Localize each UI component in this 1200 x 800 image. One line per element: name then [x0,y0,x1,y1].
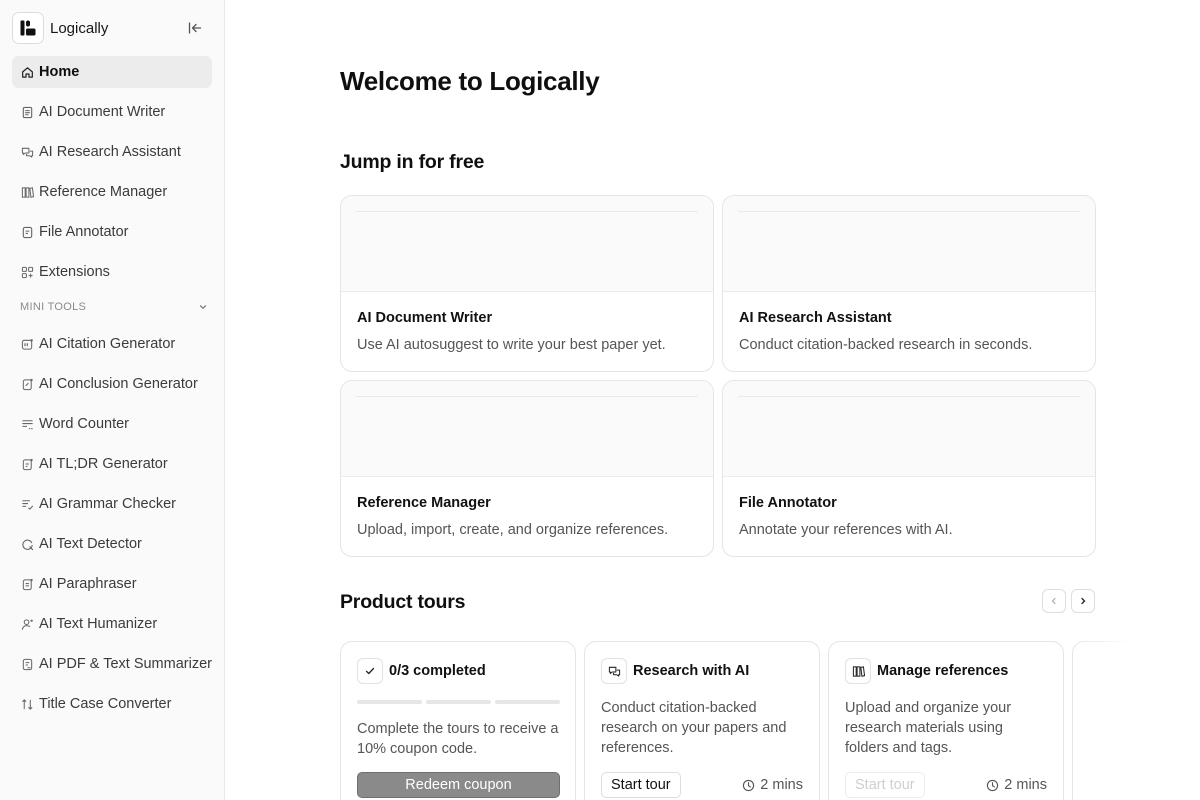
sidebar-item-ai-document-writer[interactable]: AI Document Writer [12,96,212,128]
card-title: File Annotator [739,495,837,511]
search-scan-icon [20,537,34,551]
tour-card-manage-references: Manage references Upload and organize yo… [828,641,1064,800]
card-description: Upload, import, create, and organize ref… [357,522,669,538]
chat-icon [20,145,34,159]
sidebar-item-reference-manager[interactable]: Reference Manager [12,176,212,208]
summary-icon [20,457,34,471]
sidebar-item-ai-research-assistant[interactable]: AI Research Assistant [12,136,212,168]
progress-segment [357,700,422,704]
collapse-icon [188,22,202,34]
card-preview [723,196,1095,292]
grid-icon [20,265,34,279]
sidebar-item-ai-citation-generator[interactable]: AI Citation Generator [12,328,212,360]
brand[interactable]: Logically [12,12,108,44]
file-icon [20,225,34,239]
text-count-icon [20,417,34,431]
grammar-icon [20,497,34,511]
library-icon [845,658,871,684]
chevron-left-icon [1051,597,1056,605]
logically-logo-icon [12,12,44,44]
clock-icon [986,779,999,792]
card-ai-document-writer[interactable]: AI Document Writer Use AI autosuggest to… [340,195,714,372]
mini-tools-label: MINI TOOLS [20,301,87,313]
tour-duration-text: 2 mins [1004,777,1047,793]
tour-title: Research with AI [633,663,750,679]
chevron-right-icon [1081,597,1086,605]
tour-duration: 2 mins [742,772,803,798]
card-preview [723,381,1095,477]
sidebar-item-home[interactable]: Home [12,56,212,88]
sidebar-item-ai-text-humanizer[interactable]: AI Text Humanizer [12,608,212,640]
chat-icon [601,658,627,684]
pdf-icon [20,657,34,671]
case-icon [20,697,34,711]
main-content: Welcome to Logically Jump in for free AI… [225,0,1200,800]
card-title: AI Document Writer [357,310,493,326]
pen-file-icon [20,377,34,391]
document-icon [20,105,34,119]
carousel-fade [1073,641,1200,800]
sidebar-item-extensions[interactable]: Extensions [12,256,212,288]
tour-card-progress: 0/3 completed Complete the tours to rece… [340,641,576,800]
sidebar-item-ai-tldr-generator[interactable]: AI TL;DR Generator [12,448,212,480]
home-icon [20,65,34,79]
tour-progress-bar [357,700,560,704]
redeem-coupon-button[interactable]: Redeem coupon [357,772,560,798]
tour-title: Manage references [877,663,1009,679]
tour-description: Upload and organize your research materi… [845,700,1012,756]
sidebar-item-ai-pdf-text-summarizer[interactable]: AI PDF & Text Summarizer [12,648,212,680]
card-ai-research-assistant[interactable]: AI Research Assistant Conduct citation-b… [722,195,1096,372]
page-title: Welcome to Logically [340,66,600,96]
start-tour-button[interactable]: Start tour [845,772,925,798]
sidebar-item-word-counter[interactable]: Word Counter [12,408,212,440]
product-tours-heading: Product tours [340,591,466,613]
card-preview [341,381,713,477]
card-title: Reference Manager [357,495,491,511]
sidebar-item-ai-grammar-checker[interactable]: AI Grammar Checker [12,488,212,520]
card-description: Use AI autosuggest to write your best pa… [357,337,666,353]
card-description: Conduct citation-backed research in seco… [739,337,1033,353]
library-icon [20,185,34,199]
progress-segment [495,700,560,704]
card-preview [341,196,713,292]
collapse-sidebar-button[interactable] [186,19,204,37]
card-description: Annotate your references with AI. [739,522,953,538]
tour-description: Conduct citation-backed research on your… [601,700,787,756]
mini-tools-section-toggle[interactable]: MINI TOOLS [20,300,208,314]
person-icon [20,617,34,631]
check-icon [357,658,383,684]
tour-card-research-with-ai: Research with AI Conduct citation-backed… [584,641,820,800]
sidebar: Logically Home AI Document Writer AI Res… [0,0,225,800]
quote-icon [20,337,34,351]
jump-in-heading: Jump in for free [340,151,485,173]
tour-duration-text: 2 mins [760,777,803,793]
tour-description: Complete the tours to receive a 10% coup… [357,721,559,757]
tours-prev-button[interactable] [1042,589,1066,613]
card-title: AI Research Assistant [739,310,892,326]
start-tour-button[interactable]: Start tour [601,772,681,798]
chevron-down-icon [199,305,207,310]
app-name: Logically [50,19,109,37]
sidebar-item-ai-conclusion-generator[interactable]: AI Conclusion Generator [12,368,212,400]
sidebar-item-title-case-converter[interactable]: Title Case Converter [12,688,212,720]
tour-duration: 2 mins [986,772,1047,798]
sidebar-item-ai-text-detector[interactable]: AI Text Detector [12,528,212,560]
clock-icon [742,779,755,792]
rewrite-icon [20,577,34,591]
card-file-annotator[interactable]: File Annotator Annotate your references … [722,380,1096,557]
tour-progress-title: 0/3 completed [389,663,486,679]
sidebar-item-ai-paraphraser[interactable]: AI Paraphraser [12,568,212,600]
sidebar-item-file-annotator[interactable]: File Annotator [12,216,212,248]
progress-segment [426,700,491,704]
tours-next-button[interactable] [1071,589,1095,613]
card-reference-manager[interactable]: Reference Manager Upload, import, create… [340,380,714,557]
